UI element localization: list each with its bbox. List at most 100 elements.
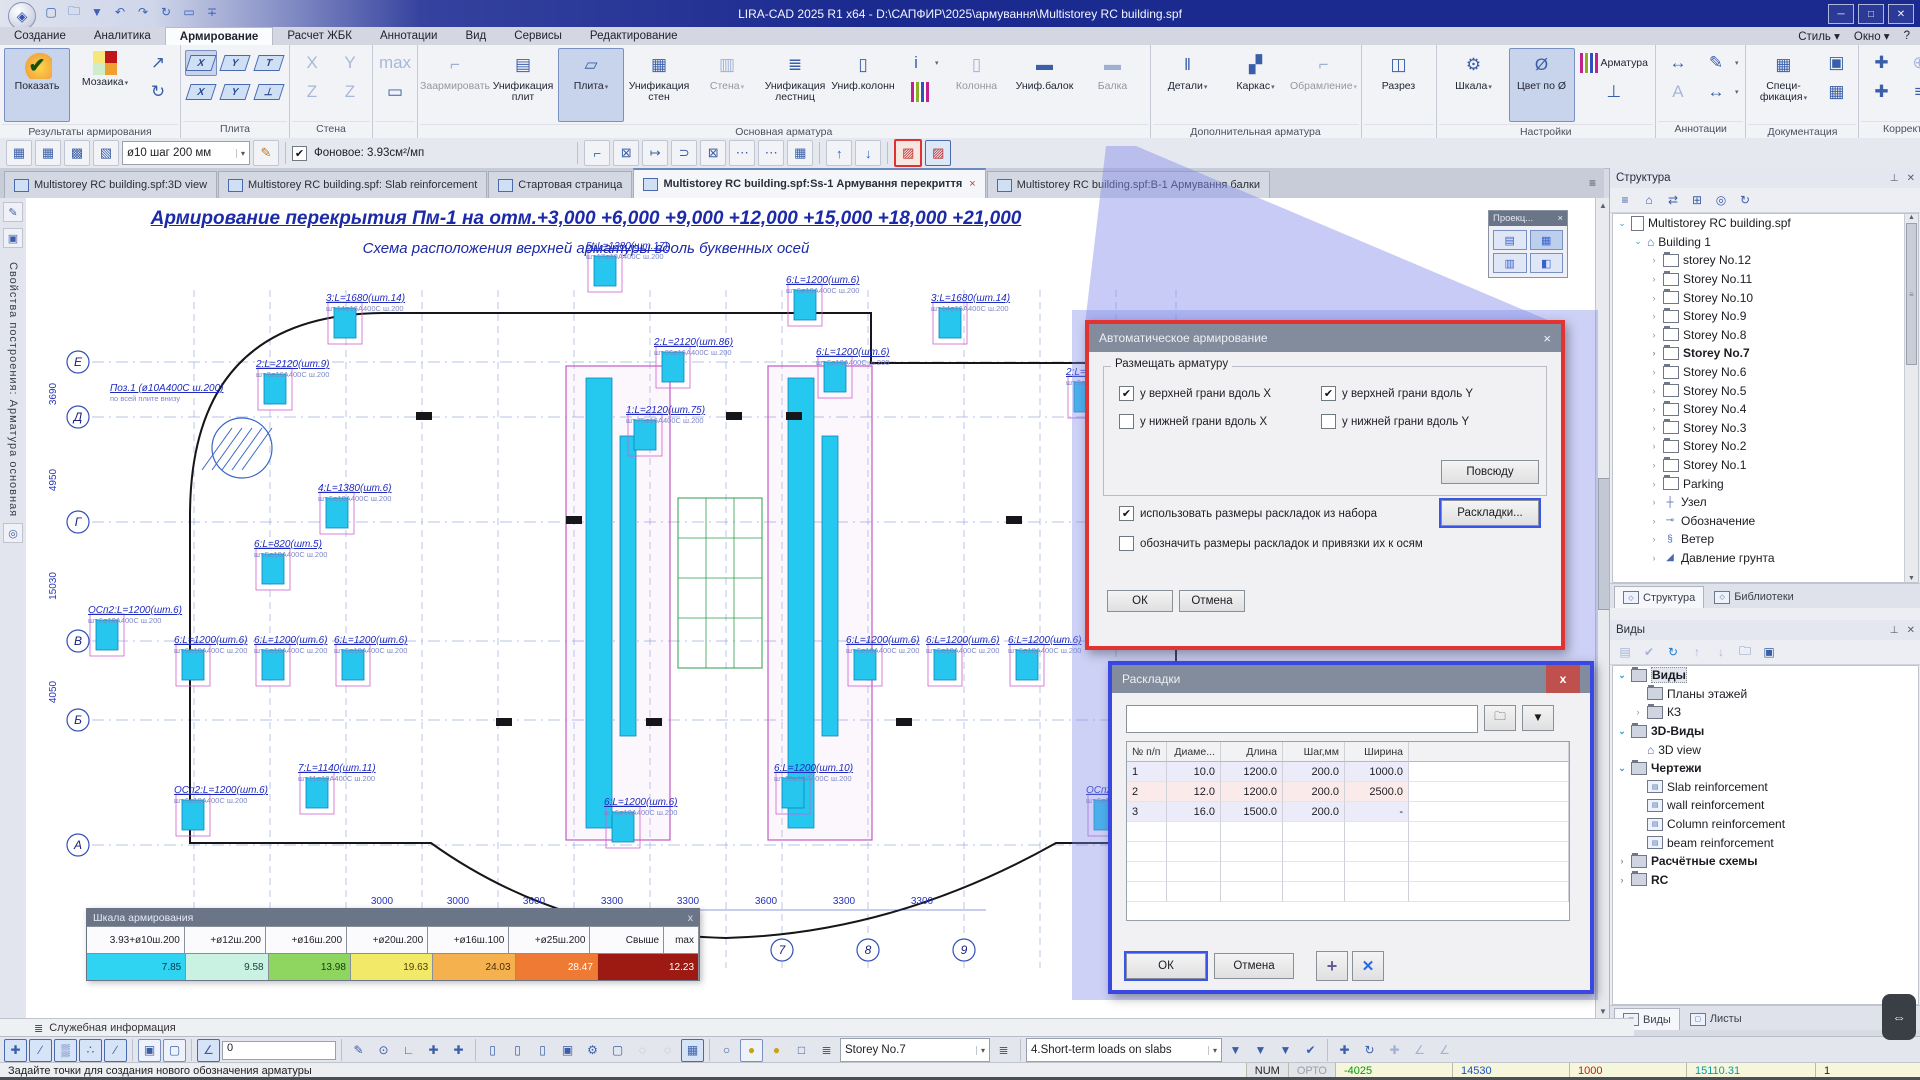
- ribbon-icon-sheet-frame[interactable]: ▣: [1818, 50, 1854, 76]
- app-menu-button[interactable]: ◈: [8, 2, 36, 30]
- structure-tree-item[interactable]: ›Parking: [1613, 474, 1918, 493]
- solid-gear-icon[interactable]: ⚙: [581, 1039, 604, 1062]
- qat-sync-icon[interactable]: ↻: [157, 3, 175, 21]
- rotate-view-icon[interactable]: ↻: [1358, 1039, 1381, 1062]
- add-folder-icon[interactable]: 🗀: [1736, 643, 1754, 661]
- ribbon-icon-refresh-color[interactable]: ↻: [140, 79, 176, 105]
- chevron-down-icon[interactable]: ▾: [1208, 1046, 1217, 1055]
- ribbon-tab-Армирование[interactable]: Армирование: [165, 27, 274, 45]
- pin-icon[interactable]: ⊥: [1890, 625, 1899, 636]
- views-tree-item[interactable]: ▤Column reinforcement: [1613, 815, 1918, 834]
- snap-grid-icon[interactable]: ▒: [54, 1039, 77, 1062]
- expander-icon[interactable]: ›: [1649, 441, 1659, 451]
- search-icon[interactable]: ◎: [1712, 191, 1730, 209]
- qat-new-document-icon[interactable]: ▢: [42, 3, 60, 21]
- ribbon-icon-max-value[interactable]: max: [377, 50, 413, 76]
- lock-open-icon[interactable]: ▢: [163, 1039, 186, 1062]
- column-header[interactable]: № п/п: [1127, 742, 1167, 762]
- expander-icon[interactable]: ⌄: [1617, 763, 1627, 774]
- chain-y-icon[interactable]: ⋯: [729, 140, 755, 166]
- lamp-on-icon[interactable]: ●: [765, 1039, 788, 1062]
- edit-properties-icon[interactable]: ✎: [3, 202, 23, 222]
- dropdown-icon[interactable]: ▾: [1804, 95, 1808, 102]
- expander-icon[interactable]: ›: [1649, 274, 1659, 284]
- projections-panel-close-icon[interactable]: ×: [1557, 213, 1563, 224]
- ribbon-icon-slab-bottom-y[interactable]: Y: [219, 79, 251, 105]
- expander-icon[interactable]: ›: [1649, 255, 1659, 265]
- lock-closed-icon[interactable]: ▣: [138, 1039, 161, 1062]
- qat-measure-icon[interactable]: ▭: [180, 3, 198, 21]
- ribbon-button-Униф.колонн[interactable]: ▯Униф.колонн: [830, 48, 896, 122]
- ribbon-icon-slab-punch-2[interactable]: ⊥: [253, 79, 285, 105]
- ok-button[interactable]: ОК: [1126, 953, 1206, 979]
- close-button[interactable]: ✕: [1888, 4, 1914, 24]
- structure-tree-item[interactable]: ›┼Узел: [1613, 493, 1918, 512]
- expander-icon[interactable]: ⌄: [1617, 726, 1627, 737]
- expander-icon[interactable]: ›: [1649, 516, 1659, 526]
- expander-icon[interactable]: ⌄: [1617, 670, 1627, 681]
- home-icon[interactable]: ⌂: [1640, 191, 1658, 209]
- move-down-icon[interactable]: ↓: [1712, 643, 1730, 661]
- column-header[interactable]: Ширина: [1345, 742, 1409, 762]
- ribbon-icon-align-rows[interactable]: ≡: [1901, 79, 1920, 105]
- structure-tree-item[interactable]: ›Storey No.9: [1613, 307, 1918, 326]
- proj-front-icon[interactable]: ▤: [1493, 230, 1527, 250]
- structure-tree-item[interactable]: ›§Ветер: [1613, 530, 1918, 549]
- ribbon-button-Стена[interactable]: ▥Стена▾: [694, 48, 760, 122]
- ribbon-icon-leader-curve[interactable]: ✎▾: [1698, 50, 1742, 76]
- stack-storeys-icon[interactable]: ≣: [815, 1039, 838, 1062]
- checkbox-checked[interactable]: ✔: [1321, 386, 1336, 401]
- move-up-icon[interactable]: ↑: [826, 140, 852, 166]
- dialog-close-button[interactable]: x: [1546, 665, 1580, 693]
- cancel-button[interactable]: Отмена: [1179, 590, 1245, 612]
- dropdown-icon[interactable]: ▾: [1735, 59, 1739, 67]
- dropdown-icon[interactable]: ▾: [1271, 84, 1275, 91]
- chain-y2-icon[interactable]: ⋯: [758, 140, 784, 166]
- structure-tree-item[interactable]: ›storey No.12: [1613, 251, 1918, 270]
- column-header[interactable]: Шаг,мм: [1283, 742, 1345, 762]
- rebar-step-combo[interactable]: ø10 шаг 200 мм▾: [122, 141, 250, 165]
- ribbon-button-Каркас[interactable]: ▞Каркас▾: [1223, 48, 1289, 122]
- proj-3d-icon[interactable]: ◧: [1530, 253, 1564, 273]
- snap-angle-2-icon[interactable]: ∠: [1433, 1039, 1456, 1062]
- checkbox-checked[interactable]: ✔: [1119, 386, 1134, 401]
- ok-button[interactable]: ОК: [1107, 590, 1173, 612]
- qat-customize-icon[interactable]: ∓: [203, 3, 221, 21]
- ribbon-icon-wall-z[interactable]: Z: [294, 79, 330, 105]
- views-tree-item[interactable]: ▤Slab reinforcement: [1613, 778, 1918, 797]
- everywhere-button[interactable]: Повсюду: [1441, 460, 1539, 484]
- ribbon-icon-dim-axes[interactable]: ↔▾: [1698, 79, 1742, 105]
- views-tree-item[interactable]: ›RC: [1613, 871, 1918, 890]
- panel-tab-Листы[interactable]: ▢Листы: [1682, 1008, 1750, 1030]
- ribbon-icon-slab-top-y[interactable]: Y: [219, 50, 251, 76]
- expander-icon[interactable]: ›: [1649, 497, 1659, 507]
- ribbon-icon-slab-punch[interactable]: T: [253, 50, 285, 76]
- expander-icon[interactable]: ›: [1649, 293, 1659, 303]
- close-panel-icon[interactable]: ✕: [1907, 173, 1915, 184]
- views-tree-item[interactable]: ›Расчётные схемы: [1613, 852, 1918, 871]
- move-up-icon[interactable]: ↑: [1688, 643, 1706, 661]
- lamp-frame-icon[interactable]: ●: [740, 1039, 763, 1062]
- expander-icon[interactable]: ›: [1649, 404, 1659, 414]
- ribbon-tab-Сервисы[interactable]: Сервисы: [500, 27, 576, 45]
- snap-node-icon[interactable]: ✚: [4, 1039, 27, 1062]
- structure-tree-item[interactable]: ›Storey No.1: [1613, 456, 1918, 475]
- views-tree-item[interactable]: ⌄Виды: [1613, 666, 1918, 685]
- table-add-icon[interactable]: ▦: [787, 140, 813, 166]
- ribbon-icon-wall-y[interactable]: Y: [332, 50, 368, 76]
- proj-side-icon[interactable]: ▥: [1493, 253, 1527, 273]
- grid-table-icon[interactable]: ▦: [681, 1039, 704, 1062]
- structure-tree-item[interactable]: ⌄⌂Building 1: [1613, 233, 1918, 252]
- axes-y-icon[interactable]: ✚: [447, 1039, 470, 1062]
- solid-2-icon[interactable]: ▯: [506, 1039, 529, 1062]
- ribbon-icon-measure-size[interactable]: ▭: [377, 79, 413, 105]
- expander-icon[interactable]: ›: [1649, 311, 1659, 321]
- expander-icon[interactable]: ›: [1649, 367, 1659, 377]
- add-row-button[interactable]: +: [1316, 951, 1348, 981]
- views-tree-item[interactable]: ⌂3D view: [1613, 740, 1918, 759]
- scale-panel-close-icon[interactable]: x: [688, 912, 693, 924]
- ribbon-button-Колонна[interactable]: ▯Колонна: [944, 48, 1010, 122]
- funnel-cursor-icon[interactable]: ▼: [1249, 1039, 1272, 1062]
- layouts-table[interactable]: № п/пДиаме...ДлинаШаг,ммШирина110.01200.…: [1126, 741, 1570, 921]
- dropdown-icon[interactable]: ▾: [935, 59, 939, 67]
